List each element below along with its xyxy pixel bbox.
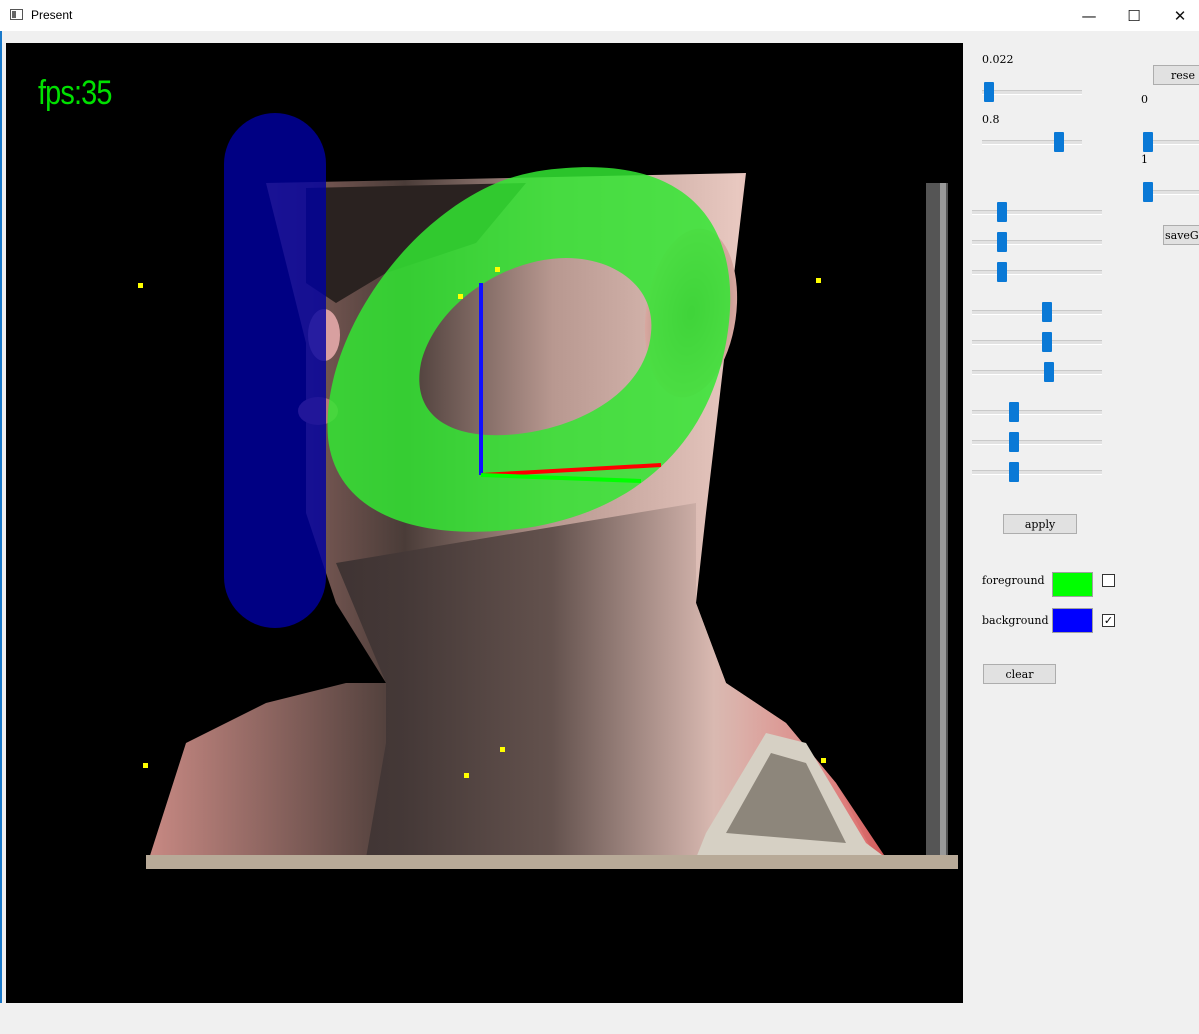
- rot-x-slider-2-thumb[interactable]: [997, 232, 1007, 252]
- rot-z-slider-1-thumb[interactable]: [1009, 402, 1019, 422]
- landmark-marker: [458, 294, 463, 299]
- rot-y-slider-2-track[interactable]: [972, 340, 1102, 345]
- rot-y-slider-2-thumb[interactable]: [1042, 332, 1052, 352]
- window-border: [0, 31, 2, 1034]
- rot-y-slider-3-thumb[interactable]: [1044, 362, 1054, 382]
- slab-edge-highlight: [940, 183, 946, 859]
- landmark-marker: [816, 278, 821, 283]
- opacity-slider-track[interactable]: [982, 90, 1082, 95]
- minimize-button[interactable]: —: [1066, 0, 1112, 31]
- apply-button[interactable]: apply: [1003, 514, 1077, 534]
- landmark-marker: [821, 758, 826, 763]
- rot-x-slider-3-thumb[interactable]: [997, 262, 1007, 282]
- right-value-label-b: 1: [1141, 153, 1148, 166]
- reset-button[interactable]: rese: [1153, 65, 1199, 85]
- title-bar: Present — ☐ ✕: [0, 0, 1199, 31]
- background-checkbox[interactable]: ✓: [1102, 614, 1115, 627]
- window-app-icon: [10, 9, 23, 20]
- maximize-button[interactable]: ☐: [1111, 0, 1157, 31]
- landmark-marker: [500, 747, 505, 752]
- foreground-label: foreground: [982, 574, 1045, 587]
- foreground-checkbox[interactable]: [1102, 574, 1115, 587]
- clear-button[interactable]: clear: [983, 664, 1056, 684]
- render-viewport[interactable]: fps:35: [6, 43, 963, 1003]
- close-button[interactable]: ✕: [1157, 0, 1199, 31]
- status-strip: [0, 1003, 1199, 1034]
- landmark-marker: [143, 763, 148, 768]
- minimize-icon: —: [1081, 6, 1097, 25]
- fps-counter: fps:35: [38, 74, 112, 112]
- rot-y-slider-1-track[interactable]: [972, 310, 1102, 315]
- save-button[interactable]: saveGr: [1163, 225, 1199, 245]
- rot-z-slider-2-track[interactable]: [972, 440, 1102, 445]
- rot-z-slider-1-track[interactable]: [972, 410, 1102, 415]
- rot-z-slider-3-track[interactable]: [972, 470, 1102, 475]
- background-mask: [224, 113, 326, 628]
- volume-render-scene: [138, 113, 958, 869]
- maximize-icon: ☐: [1127, 6, 1141, 25]
- checkmark-icon: ✓: [1103, 614, 1114, 627]
- threshold-value-label: 0.8: [982, 113, 1000, 126]
- close-icon: ✕: [1173, 6, 1187, 25]
- rot-x-slider-3-track[interactable]: [972, 270, 1102, 275]
- landmark-marker: [138, 283, 143, 288]
- base-slice: [146, 855, 958, 869]
- landmark-marker: [495, 267, 500, 272]
- opacity-value-label: 0.022: [982, 53, 1014, 66]
- rot-x-slider-2-track[interactable]: [972, 240, 1102, 245]
- threshold-slider-track[interactable]: [982, 140, 1082, 145]
- background-color-swatch[interactable]: [1052, 608, 1093, 633]
- foreground-color-swatch[interactable]: [1052, 572, 1093, 597]
- control-panel: 0.022 0.8 rese 0 1 saveGr apply foregrou…: [963, 43, 1199, 1003]
- right-slider-b-thumb[interactable]: [1143, 182, 1153, 202]
- opacity-slider-thumb[interactable]: [984, 82, 994, 102]
- rot-x-slider-1-track[interactable]: [972, 210, 1102, 215]
- rot-y-slider-3-track[interactable]: [972, 370, 1102, 375]
- menu-strip: [0, 31, 1199, 43]
- background-label: background: [982, 614, 1049, 627]
- threshold-slider-thumb[interactable]: [1054, 132, 1064, 152]
- right-slider-a-thumb[interactable]: [1143, 132, 1153, 152]
- rot-z-slider-3-thumb[interactable]: [1009, 462, 1019, 482]
- right-value-label-a: 0: [1141, 93, 1148, 106]
- rot-x-slider-1-thumb[interactable]: [997, 202, 1007, 222]
- rot-y-slider-1-thumb[interactable]: [1042, 302, 1052, 322]
- rot-z-slider-2-thumb[interactable]: [1009, 432, 1019, 452]
- window-title: Present: [31, 8, 73, 22]
- landmark-marker: [464, 773, 469, 778]
